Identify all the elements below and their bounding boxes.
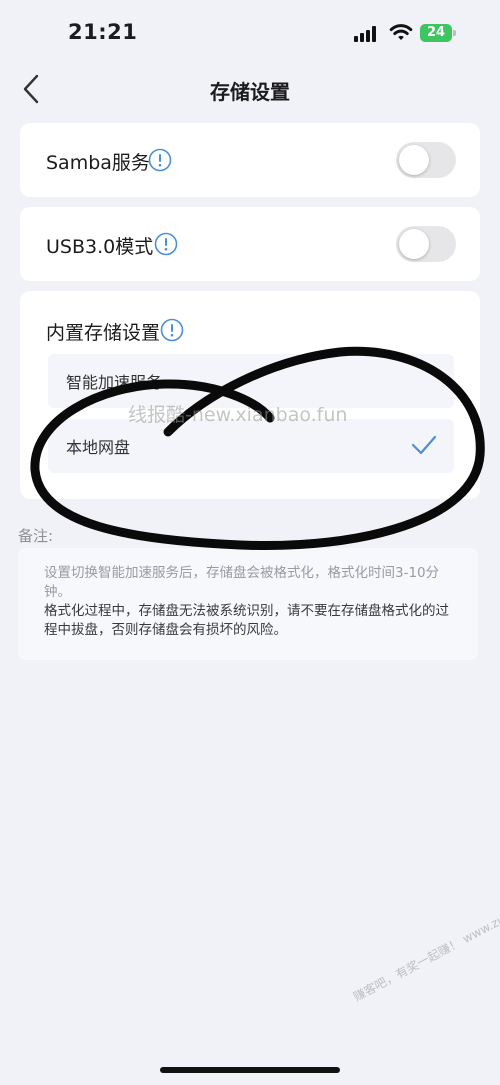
home-indicator[interactable]	[160, 1067, 340, 1073]
notes-text-2: 格式化过程中，存储盘无法被系统识别，请不要在存储盘格式化的过程中拔盘，否则存储盘…	[44, 603, 449, 638]
samba-row: Samba服务	[20, 123, 480, 197]
storage-settings-title: 内置存储设置	[46, 322, 161, 344]
info-icon[interactable]	[154, 232, 178, 256]
cellular-signal-icon	[354, 26, 380, 42]
usb3-row: USB3.0模式	[20, 207, 480, 281]
option-local-netdisk[interactable]: 本地网盘	[48, 419, 454, 473]
samba-toggle[interactable]	[396, 142, 456, 178]
battery-icon: 24	[420, 24, 456, 42]
samba-label: Samba服务	[46, 152, 150, 174]
status-time: 21:21	[68, 20, 138, 44]
usb3-label: USB3.0模式	[46, 236, 154, 258]
page-title: 存储设置	[210, 80, 290, 104]
checkmark-icon	[411, 435, 437, 455]
corner-watermark: 赚客吧，有奖一起赚！ www.zuanke8.com	[350, 881, 500, 1005]
option-label: 本地网盘	[66, 438, 131, 457]
watermark-text: 线报酷-new.xianbao.fun	[128, 404, 348, 426]
notes-title: 备注:	[18, 527, 54, 545]
status-bar: 21:21 24	[0, 0, 500, 66]
notes-box: 设置切换智能加速服务后，存储盘会被格式化，格式化时间3-10分钟。 格式化过程中…	[18, 548, 478, 660]
notes-text-1: 设置切换智能加速服务后，存储盘会被格式化，格式化时间3-10分钟。	[44, 565, 440, 600]
storage-settings-card: 内置存储设置 智能加速服务 本地网盘	[20, 291, 480, 499]
info-icon[interactable]	[148, 148, 172, 172]
option-label: 智能加速服务	[66, 373, 163, 392]
battery-level: 24	[420, 24, 452, 42]
toggle-knob	[399, 145, 429, 175]
wifi-icon	[389, 24, 413, 40]
usb3-toggle[interactable]	[396, 226, 456, 262]
info-icon[interactable]	[160, 318, 184, 342]
nav-bar: 存储设置	[0, 66, 500, 112]
toggle-knob	[399, 229, 429, 259]
